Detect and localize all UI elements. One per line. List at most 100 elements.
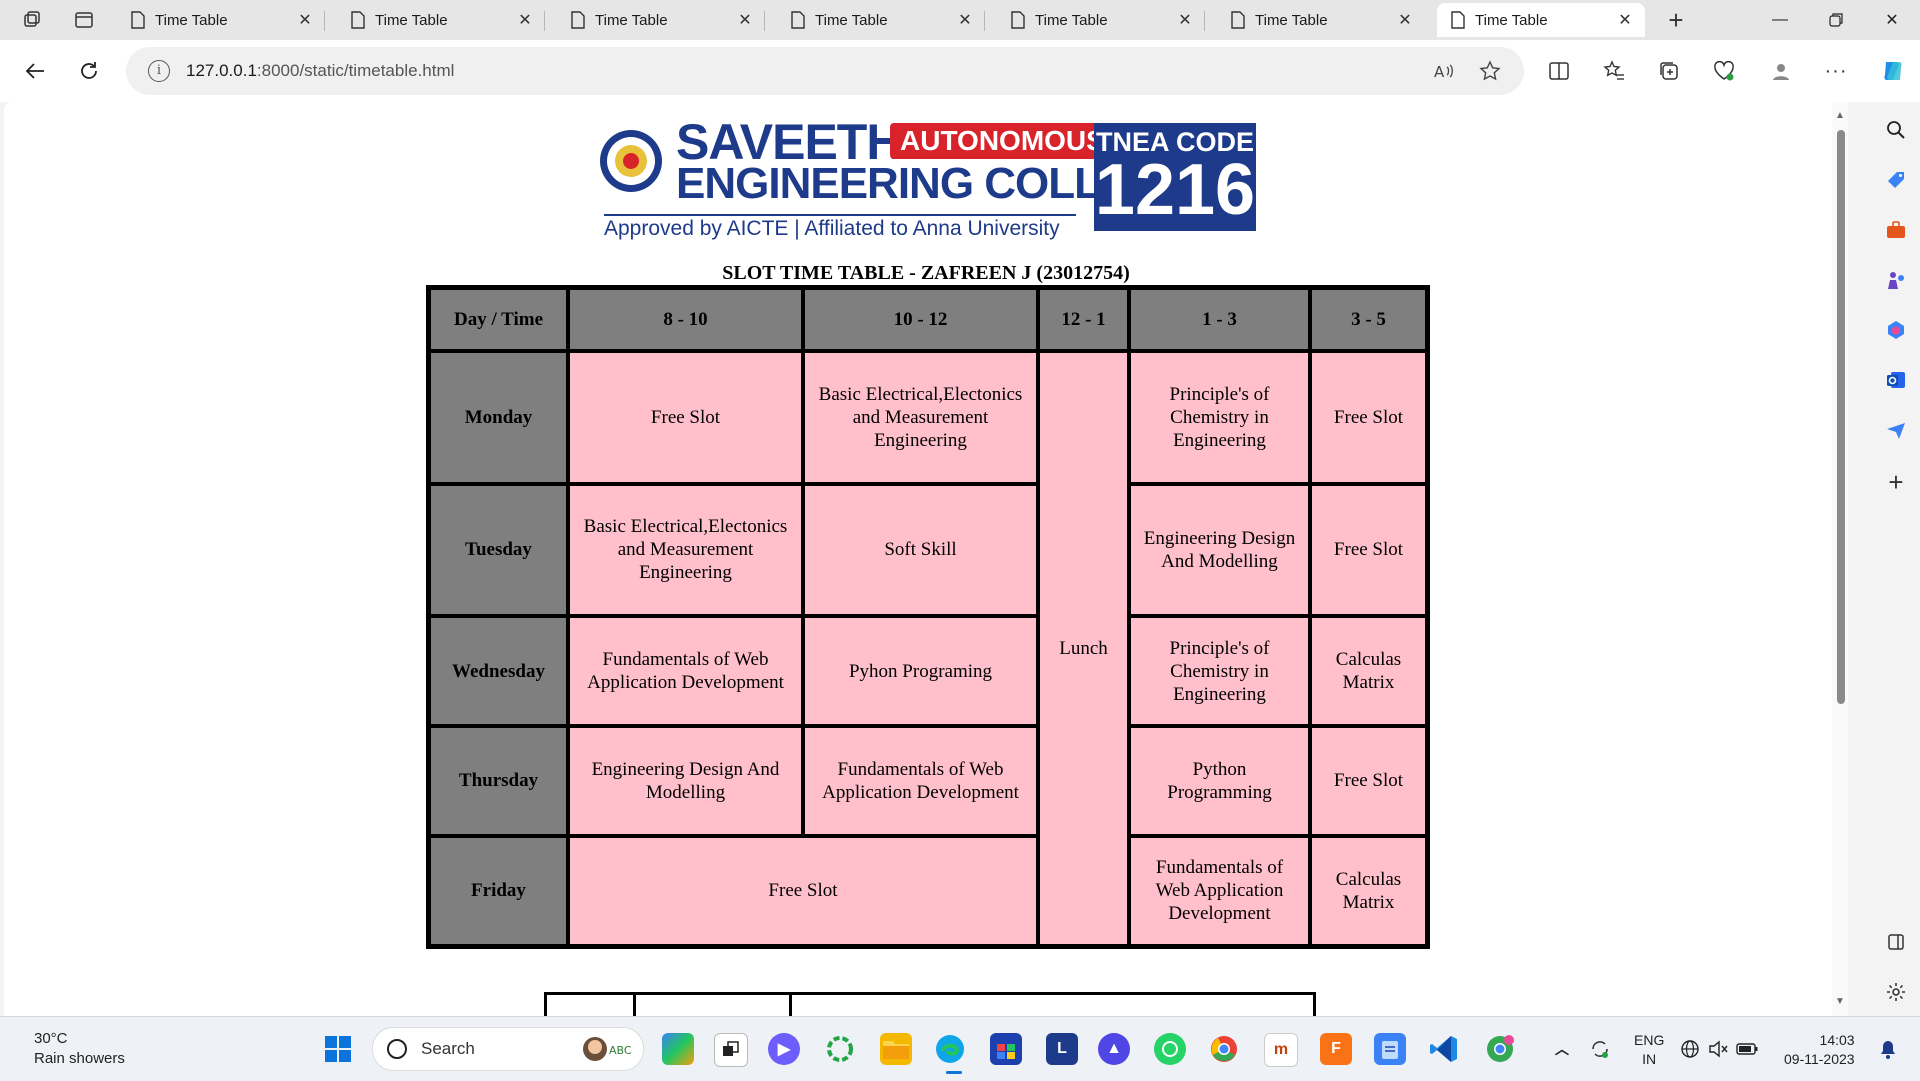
teams-chat-icon[interactable]: ▶ — [768, 1033, 800, 1065]
page-icon — [571, 11, 585, 29]
back-icon[interactable] — [18, 54, 52, 88]
restore-icon[interactable] — [1808, 0, 1864, 40]
tab-time-table-5[interactable]: Time Table ✕ — [997, 3, 1205, 37]
affiliation-text: Approved by AICTE | Affiliated to Anna U… — [604, 217, 1060, 240]
shopping-tag-icon[interactable] — [1882, 166, 1910, 194]
notepad-icon[interactable] — [1374, 1033, 1406, 1065]
refresh-icon[interactable] — [72, 54, 106, 88]
scroll-up-icon[interactable]: ▲ — [1835, 110, 1845, 121]
tnea-code: 1216 — [1094, 150, 1256, 230]
microsoft-store-icon[interactable] — [990, 1033, 1022, 1065]
split-screen-icon[interactable] — [1542, 54, 1576, 88]
edge-sidebar: + — [1872, 102, 1920, 1016]
scroll-down-icon[interactable]: ▼ — [1835, 996, 1845, 1007]
show-hidden-icons-chevron[interactable]: ︿ — [1546, 1033, 1578, 1065]
whatsapp-icon[interactable] — [1154, 1033, 1186, 1065]
table-row-friday: Friday Free Slot Fundamentals of Web App… — [429, 835, 1427, 946]
vscode-icon[interactable] — [1428, 1033, 1460, 1065]
chrome-icon[interactable] — [1208, 1033, 1240, 1065]
add-sidebar-app-icon[interactable]: + — [1882, 467, 1910, 497]
search-highlight-icon: ABC — [583, 1037, 632, 1061]
start-windows-icon[interactable] — [322, 1033, 354, 1065]
close-tab-icon[interactable]: ✕ — [295, 10, 315, 30]
slot-cell: Free Slot — [568, 351, 803, 484]
outlook-icon[interactable] — [1882, 366, 1910, 394]
day-cell: Thursday — [429, 726, 568, 836]
m-app-icon[interactable]: m — [1264, 1033, 1298, 1067]
new-tab-icon[interactable]: + — [1662, 5, 1690, 35]
day-cell: Friday — [429, 835, 568, 946]
weather-desc: Rain showers — [34, 1050, 125, 1067]
tab-time-table-6[interactable]: Time Table ✕ — [1217, 3, 1425, 37]
file-explorer-icon[interactable] — [880, 1033, 912, 1065]
tab-actions-icon[interactable] — [70, 6, 98, 34]
scrollbar-thumb[interactable] — [1837, 130, 1845, 704]
slot-cell: Fundamentals of Web Application Developm… — [1129, 835, 1310, 946]
microsoft-365-icon[interactable] — [1882, 316, 1910, 344]
header-slot-10-12: 10 - 12 — [803, 288, 1038, 352]
header-day-time: Day / Time — [429, 288, 568, 352]
triangle-app-icon[interactable]: ▲ — [1098, 1033, 1130, 1065]
read-aloud-icon[interactable]: A — [1432, 59, 1456, 83]
drop-send-icon[interactable] — [1882, 416, 1910, 444]
tab-time-table-1[interactable]: Time Table ✕ — [117, 3, 325, 37]
close-tab-icon[interactable]: ✕ — [1615, 10, 1635, 30]
close-tab-icon[interactable]: ✕ — [1395, 10, 1415, 30]
browser-essentials-icon[interactable] — [1707, 54, 1741, 88]
address-bar[interactable]: i 127.0.0.1:8000/static/timetable.html A — [126, 47, 1524, 95]
day-cell: Tuesday — [429, 483, 568, 616]
day-cell: Wednesday — [429, 615, 568, 727]
tools-briefcase-icon[interactable] — [1882, 216, 1910, 244]
more-options-icon[interactable]: ··· — [1819, 54, 1853, 88]
copilot-taskbar-icon[interactable] — [662, 1033, 694, 1065]
taskbar-search[interactable]: Search ABC — [372, 1027, 644, 1071]
workspaces-icon[interactable] — [18, 6, 46, 34]
favorite-star-icon[interactable] — [1478, 59, 1502, 83]
task-view-icon[interactable] — [714, 1033, 748, 1067]
l-app-icon[interactable]: L — [1046, 1033, 1078, 1065]
tab-time-table-active[interactable]: Time Table ✕ — [1437, 3, 1645, 37]
tab-time-table-4[interactable]: Time Table ✕ — [777, 3, 985, 37]
minimize-icon[interactable]: — — [1752, 0, 1808, 40]
search-icon[interactable] — [1882, 116, 1910, 144]
header-slot-12-1: 12 - 1 — [1038, 288, 1129, 352]
copilot-icon[interactable] — [1876, 54, 1910, 88]
sync-icon[interactable] — [1584, 1033, 1616, 1065]
slot-cell: Free Slot — [1310, 726, 1427, 836]
weather-temp: 30°C — [34, 1030, 68, 1047]
url-text[interactable]: 127.0.0.1:8000/static/timetable.html — [186, 61, 454, 81]
close-tab-icon[interactable]: ✕ — [515, 10, 535, 30]
ring-app-icon[interactable] — [824, 1033, 856, 1065]
page-icon — [131, 11, 145, 29]
collections-icon[interactable] — [1652, 54, 1686, 88]
input-language[interactable]: ENG IN — [1634, 1031, 1664, 1069]
vertical-scrollbar[interactable]: ▲ ▼ — [1832, 102, 1848, 1016]
hide-sidebar-icon[interactable] — [1882, 928, 1910, 956]
address-toolbar: i 127.0.0.1:8000/static/timetable.html A… — [0, 40, 1920, 102]
close-window-icon[interactable]: ✕ — [1864, 0, 1920, 40]
tab-time-table-3[interactable]: Time Table ✕ — [557, 3, 765, 37]
settings-gear-icon[interactable] — [1882, 978, 1910, 1006]
fusion-360-icon[interactable]: F — [1320, 1033, 1352, 1065]
chrome-profile-icon[interactable] — [1484, 1033, 1516, 1065]
close-tab-icon[interactable]: ✕ — [955, 10, 975, 30]
tab-time-table-2[interactable]: Time Table ✕ — [337, 3, 545, 37]
page-icon — [1231, 11, 1245, 29]
close-tab-icon[interactable]: ✕ — [1175, 10, 1195, 30]
close-tab-icon[interactable]: ✕ — [735, 10, 755, 30]
profile-icon[interactable] — [1764, 54, 1798, 88]
games-icon[interactable] — [1882, 266, 1910, 294]
table-row-monday: Monday Free Slot Basic Electrical,Electo… — [429, 351, 1427, 946]
slot-cell: Fundamentals of Web Application Developm… — [803, 726, 1038, 836]
clock[interactable]: 14:03 09-11-2023 — [1784, 1031, 1855, 1069]
weather-widget[interactable]: 30°C Rain showers — [34, 1029, 125, 1069]
edge-browser-icon[interactable] — [934, 1033, 966, 1065]
system-tray-icons[interactable] — [1680, 1033, 1758, 1065]
favorites-icon[interactable] — [1597, 54, 1631, 88]
slot-cell: Engineering Design And Modelling — [568, 726, 803, 836]
windows-taskbar: 30°C Rain showers Search ABC ▶ L ▲ m F ︿… — [0, 1016, 1920, 1081]
site-info-icon[interactable]: i — [148, 60, 170, 82]
notification-bell-icon[interactable] — [1872, 1033, 1904, 1065]
tab-title: Time Table — [375, 11, 448, 29]
svg-text:A: A — [1434, 63, 1445, 81]
